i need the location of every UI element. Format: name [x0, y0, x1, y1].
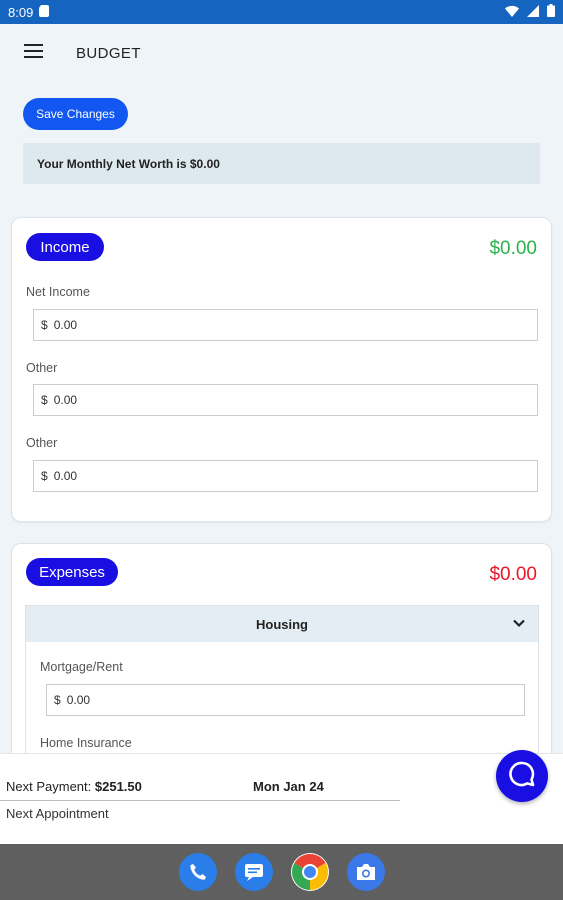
net-worth-banner: Your Monthly Net Worth is $0.00 [23, 143, 540, 184]
chevron-down-icon [512, 616, 526, 633]
field-value: 0.00 [66, 693, 91, 707]
field-label: Home Insurance [40, 736, 132, 750]
messages-icon[interactable] [234, 853, 273, 891]
app-dock [0, 844, 563, 900]
menu-icon[interactable] [24, 43, 44, 64]
chat-bubble-icon [508, 760, 536, 793]
status-time: 8:09 [8, 4, 34, 20]
next-payment-date: Mon Jan 24 [253, 779, 324, 794]
sd-card-icon [39, 4, 50, 20]
next-payment: Next Payment: $251.50 [6, 779, 142, 794]
field-label: Mortgage/Rent [40, 660, 123, 674]
field-label: Net Income [26, 285, 90, 299]
field-value: 0.00 [53, 469, 78, 483]
status-bar: 8:09 [0, 0, 563, 24]
mortgage-rent-input[interactable]: $ 0.00 [46, 684, 525, 716]
other-income-input-2[interactable]: $ 0.00 [33, 460, 538, 492]
income-total: $0.00 [489, 238, 537, 259]
upcoming-panel: Next Payment: $251.50 Mon Jan 24 Next Ap… [0, 753, 563, 844]
field-value: 0.00 [53, 393, 78, 407]
currency-symbol: $ [41, 469, 48, 483]
net-income-input[interactable]: $ 0.00 [33, 309, 538, 341]
currency-symbol: $ [41, 393, 48, 407]
currency-symbol: $ [54, 693, 61, 707]
field-label: Other [26, 361, 58, 375]
phone-icon[interactable] [178, 853, 217, 891]
app-bar: BUDGET [0, 24, 563, 82]
next-payment-label: Next Payment: [6, 779, 92, 794]
field-value: 0.00 [53, 318, 78, 332]
expenses-badge: Expenses [26, 558, 118, 586]
accordion-title: Housing [256, 616, 308, 632]
battery-icon [547, 4, 555, 20]
expenses-total: $0.00 [489, 564, 537, 585]
next-payment-amount: $251.50 [94, 779, 142, 794]
page-title: BUDGET [76, 44, 141, 62]
divider [0, 800, 400, 801]
camera-icon[interactable] [346, 853, 385, 891]
chat-button[interactable] [496, 750, 548, 802]
other-income-input-1[interactable]: $ 0.00 [33, 384, 538, 416]
signal-icon [527, 4, 539, 20]
chrome-icon[interactable] [290, 853, 329, 891]
income-card: Income $0.00 Net Income $ 0.00 Other $ 0… [11, 217, 552, 522]
currency-symbol: $ [41, 318, 48, 332]
wifi-icon [505, 5, 519, 20]
income-badge: Income [26, 233, 104, 261]
next-appointment-label: Next Appointment [6, 806, 109, 821]
housing-accordion-header[interactable]: Housing [26, 606, 538, 642]
save-changes-button[interactable]: Save Changes [23, 98, 128, 130]
field-label: Other [26, 436, 58, 450]
